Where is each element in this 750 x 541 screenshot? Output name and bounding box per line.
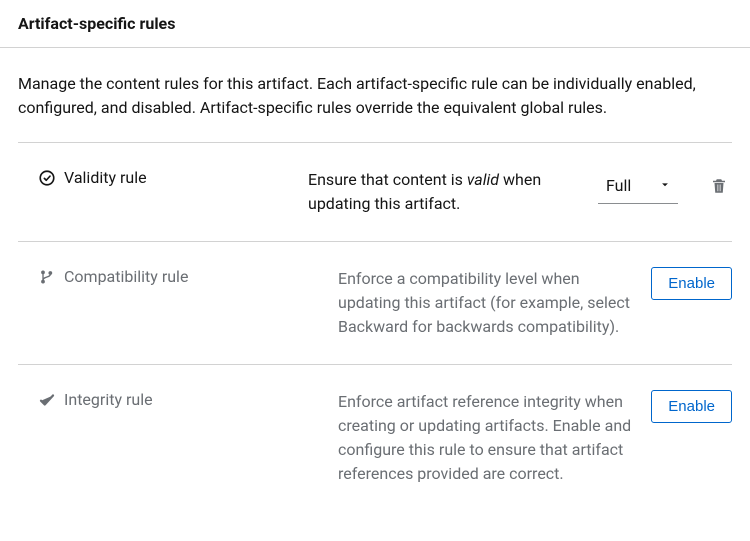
rule-actions: Full: [598, 168, 732, 204]
rule-description: Ensure that content is valid when updati…: [308, 168, 598, 216]
trash-icon: [710, 177, 728, 195]
select-value: Full: [606, 176, 631, 195]
delete-button[interactable]: [706, 173, 732, 199]
rule-name-label: Validity rule: [64, 168, 147, 187]
intro-text: Manage the content rules for this artifa…: [18, 72, 732, 120]
rule-description: Enforce a compatibility level when updat…: [338, 267, 651, 339]
section-title: Artifact-specific rules: [18, 14, 732, 33]
rule-name-label: Integrity rule: [64, 390, 153, 409]
check-icon: [38, 391, 56, 409]
rule-row-validity: Validity rule Ensure that content is val…: [18, 142, 732, 241]
enable-button[interactable]: Enable: [651, 390, 732, 423]
rule-actions: Enable: [651, 267, 732, 300]
section-header: Artifact-specific rules: [0, 0, 750, 48]
rule-name-label: Compatibility rule: [64, 267, 188, 286]
rule-name: Integrity rule: [38, 390, 308, 409]
section-body: Manage the content rules for this artifa…: [0, 48, 750, 504]
validity-level-select[interactable]: Full: [598, 168, 678, 204]
rule-row-compatibility: Compatibility rule Enforce a compatibili…: [18, 241, 732, 364]
enable-button[interactable]: Enable: [651, 267, 732, 300]
chevron-down-icon: [658, 176, 672, 195]
rule-name: Validity rule: [38, 168, 308, 187]
rule-name: Compatibility rule: [38, 267, 308, 286]
branch-icon: [38, 268, 56, 286]
check-circle-icon: [38, 169, 56, 187]
rule-row-integrity: Integrity rule Enforce artifact referenc…: [18, 364, 732, 486]
rule-description: Enforce artifact reference integrity whe…: [338, 390, 651, 486]
rule-actions: Enable: [651, 390, 732, 423]
